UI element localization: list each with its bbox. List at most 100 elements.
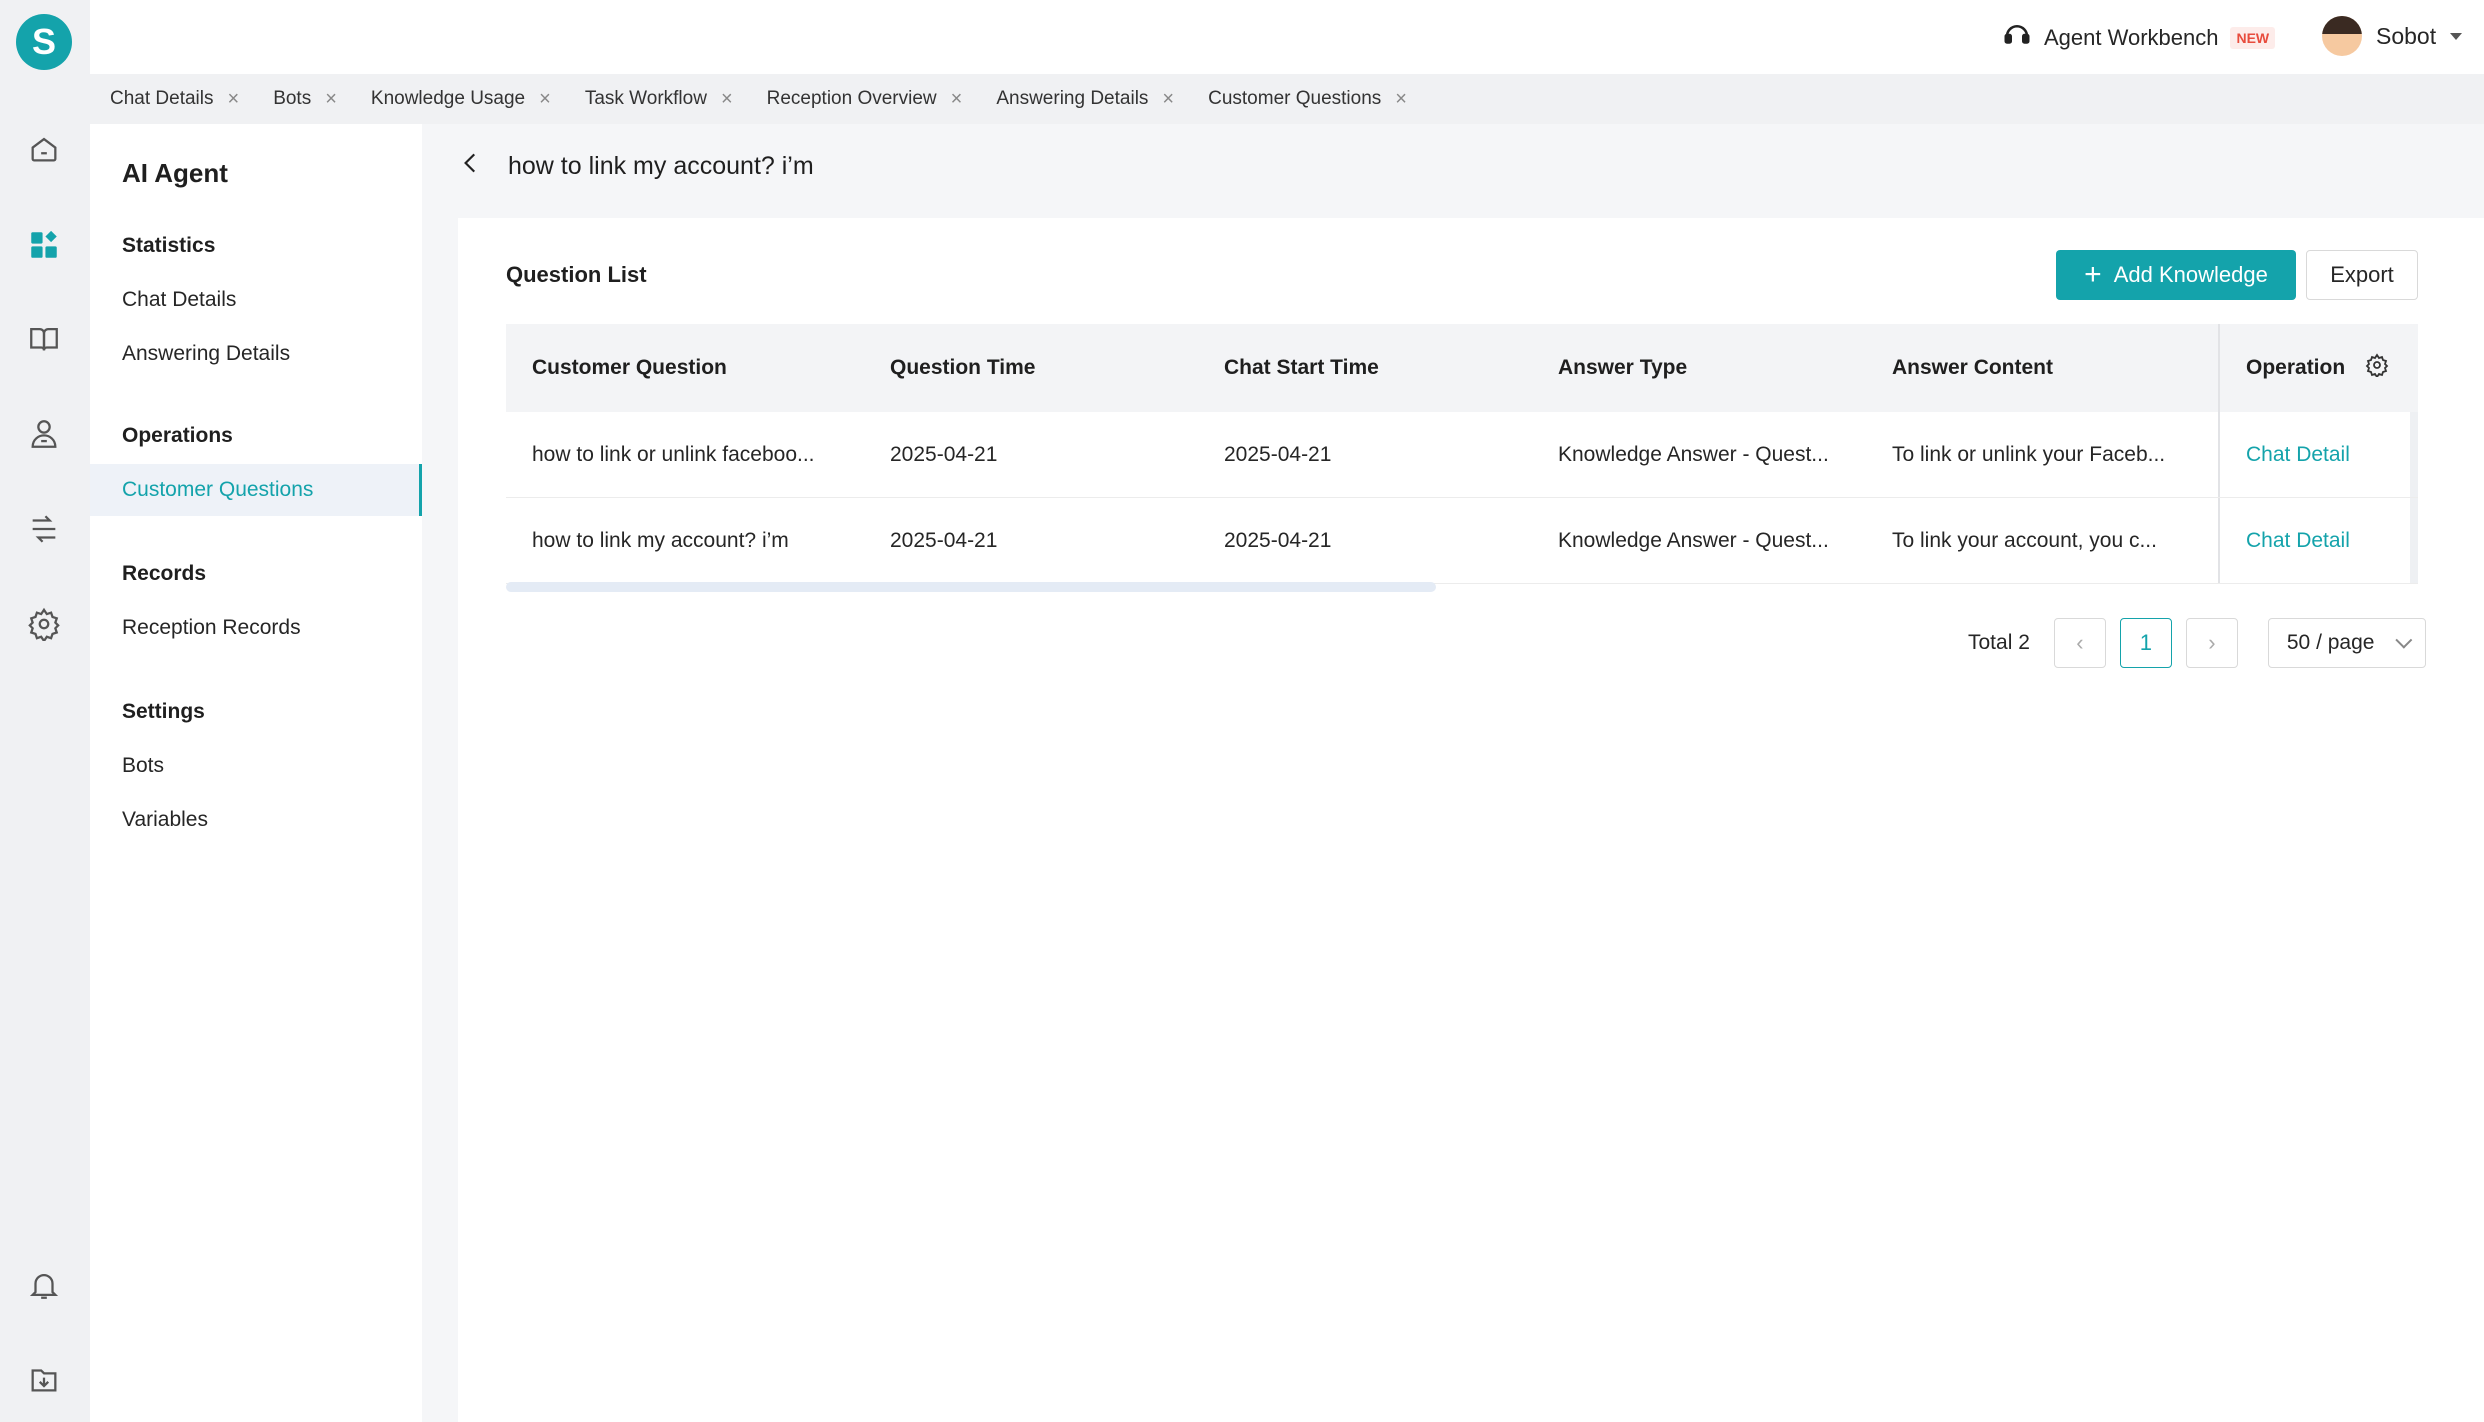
dashboard-icon[interactable]	[25, 226, 63, 264]
tab-label: Customer Questions	[1208, 88, 1382, 109]
left-rail: S	[0, 0, 90, 1422]
sidebar-item-bots[interactable]: Bots	[90, 740, 422, 792]
tab-label: Knowledge Usage	[370, 88, 526, 109]
close-icon[interactable]: ×	[951, 89, 963, 109]
sidebar-title: AI Agent	[122, 158, 228, 188]
table-row: how to link my account? i’m 2025-04-21 2…	[506, 498, 2418, 584]
tab-customer-questions[interactable]: Customer Questions ×	[1208, 88, 1407, 110]
close-icon[interactable]: ×	[721, 89, 733, 109]
cell-answer-type: Knowledge Answer - Quest...	[1558, 442, 1829, 466]
column-header: Customer Question	[532, 356, 727, 379]
operation-column-header: Operation	[2218, 324, 2418, 412]
cell-operation: Chat Detail	[2218, 498, 2418, 583]
tab-label: Task Workflow	[584, 88, 707, 109]
tab-label: Bots	[273, 88, 312, 109]
export-button[interactable]: Export	[2306, 250, 2418, 300]
close-icon[interactable]: ×	[1395, 89, 1407, 109]
question-list-card: Question List + Add Knowledge Export Cus…	[458, 218, 2484, 1422]
chevron-right-icon: ›	[2208, 630, 2216, 655]
agent-workbench-link[interactable]: Agent Workbench NEW	[2002, 20, 2276, 56]
pagination: Total 2 ‹ 1 › 50 / page	[1968, 618, 2426, 668]
next-page-button[interactable]: ›	[2185, 618, 2238, 668]
column-header: Answer Content	[1892, 356, 2054, 379]
cell-answer-content: To link your account, you c...	[1892, 528, 2157, 552]
prev-page-button[interactable]: ‹	[2053, 618, 2106, 668]
column-header: Answer Type	[1558, 356, 1688, 379]
app-logo[interactable]: S	[16, 14, 72, 70]
bell-icon[interactable]	[25, 1266, 63, 1304]
tab-chat-details[interactable]: Chat Details ×	[110, 88, 239, 110]
close-icon[interactable]: ×	[1162, 89, 1174, 109]
sidebar-item-label: Customer Questions	[122, 478, 314, 501]
card-title: Question List	[506, 262, 647, 287]
user-menu[interactable]: Sobot	[2322, 16, 2463, 56]
page-size-select[interactable]: 50 / page	[2267, 618, 2426, 668]
tab-bots[interactable]: Bots ×	[273, 88, 337, 110]
chat-detail-link[interactable]: Chat Detail	[2246, 529, 2350, 553]
tab-answering-details[interactable]: Answering Details ×	[996, 88, 1174, 110]
cell-chat-start-time: 2025-04-21	[1224, 528, 1332, 552]
sidebar-item-label: Reception Records	[122, 616, 301, 639]
sidebar-item-label: Answering Details	[122, 342, 291, 365]
sidebar-item-label: Chat Details	[122, 288, 237, 311]
close-icon[interactable]: ×	[325, 89, 337, 109]
sidebar-item-label: Variables	[122, 808, 208, 831]
add-knowledge-label: Add Knowledge	[2113, 262, 2268, 287]
vertical-scrollbar[interactable]	[2410, 498, 2418, 583]
column-settings-gear-icon[interactable]	[2365, 353, 2389, 383]
column-header: Question Time	[890, 356, 1036, 379]
chat-detail-link[interactable]: Chat Detail	[2246, 443, 2350, 467]
new-badge: NEW	[2230, 27, 2276, 49]
chevron-down-icon	[2395, 631, 2413, 649]
page-number-button[interactable]: 1	[2119, 618, 2172, 668]
add-knowledge-button[interactable]: + Add Knowledge	[2056, 250, 2296, 300]
cell-operation: Chat Detail	[2218, 412, 2418, 497]
sidebar-item-chat-details[interactable]: Chat Details	[90, 274, 422, 326]
cell-answer-content: To link or unlink your Faceb...	[1892, 442, 2166, 466]
sidebar-item-answering-details[interactable]: Answering Details	[90, 328, 422, 380]
agent-icon[interactable]	[25, 415, 63, 453]
table-row: how to link or unlink faceboo... 2025-04…	[506, 412, 2418, 498]
avatar	[2322, 16, 2362, 56]
sidebar-item-customer-questions[interactable]: Customer Questions	[90, 464, 422, 516]
cell-answer-type: Knowledge Answer - Quest...	[1558, 528, 1829, 552]
sidebar-item-reception-records[interactable]: Reception Records	[90, 602, 422, 654]
book-icon[interactable]	[25, 320, 63, 358]
caret-down-icon	[2450, 32, 2463, 40]
cell-question: how to link my account? i’m	[532, 528, 789, 552]
cell-question: how to link or unlink faceboo...	[532, 442, 815, 466]
user-name: Sobot	[2376, 22, 2437, 49]
vertical-scrollbar[interactable]	[2410, 412, 2418, 497]
download-icon[interactable]	[25, 1360, 63, 1398]
page-header: how to link my account? i’m	[458, 150, 814, 183]
tab-label: Chat Details	[110, 88, 214, 109]
tab-knowledge-usage[interactable]: Knowledge Usage ×	[371, 88, 551, 110]
tab-task-workflow[interactable]: Task Workflow ×	[585, 88, 733, 110]
horizontal-scrollbar[interactable]	[506, 582, 1436, 592]
page-size-value: 50 / page	[2286, 631, 2375, 654]
group-title-settings: Settings	[122, 700, 205, 723]
total-count: Total 2	[1968, 631, 2030, 654]
group-title-statistics: Statistics	[122, 234, 216, 257]
question-table: Customer Question Question Time Chat Sta…	[506, 324, 2418, 584]
sidebar-item-variables[interactable]: Variables	[90, 794, 422, 846]
top-bar: Agent Workbench NEW Sobot	[90, 0, 2484, 74]
tab-reception-overview[interactable]: Reception Overview ×	[767, 88, 963, 110]
headset-icon	[2002, 20, 2032, 56]
sidebar-item-label: Bots	[122, 754, 165, 777]
close-icon[interactable]: ×	[228, 89, 240, 109]
tab-label: Answering Details	[996, 88, 1149, 109]
workflow-icon[interactable]	[25, 510, 63, 548]
close-icon[interactable]: ×	[539, 89, 551, 109]
page-tabs: Chat Details × Bots × Knowledge Usage × Tas…	[90, 74, 2484, 124]
cell-chat-start-time: 2025-04-21	[1224, 442, 1332, 466]
secondary-sidebar: AI Agent Statistics Chat Details Answeri…	[90, 124, 422, 1422]
workbench-label: Agent Workbench	[2044, 25, 2219, 50]
home-icon[interactable]	[25, 130, 63, 168]
back-arrow-icon[interactable]	[458, 150, 484, 183]
column-header-label: Operation	[2246, 356, 2346, 379]
chevron-left-icon: ‹	[2076, 630, 2084, 655]
settings-icon[interactable]	[25, 605, 63, 643]
cell-question-time: 2025-04-21	[890, 528, 998, 552]
tab-label: Reception Overview	[766, 88, 937, 109]
